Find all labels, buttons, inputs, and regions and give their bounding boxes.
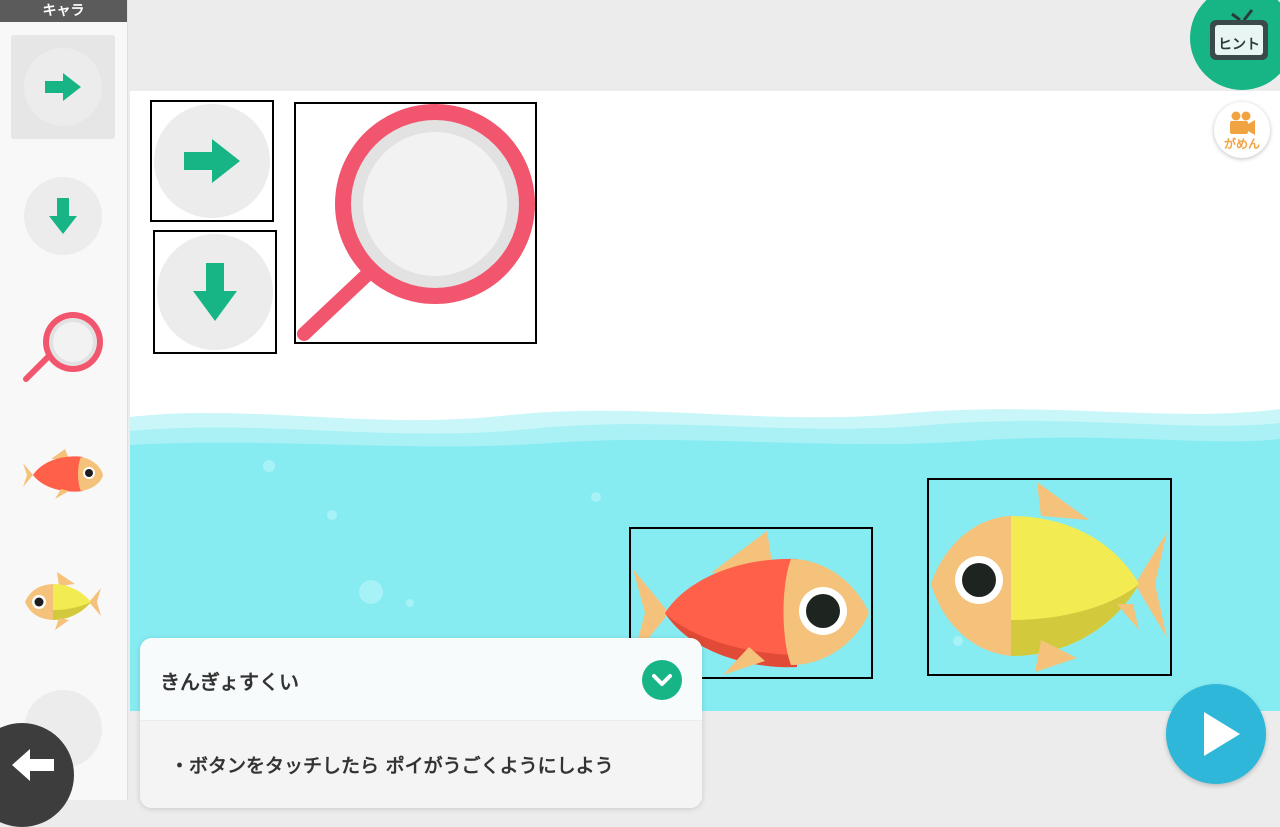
right-arrow-sprite[interactable] (150, 100, 274, 222)
back-button[interactable] (0, 723, 74, 827)
hint-label: ヒント (1218, 37, 1260, 53)
mission-panel: きんぎょすくい ・ボタンをタッチしたら ポイがうごくようにしよう (140, 638, 702, 808)
screen-label: がめん (1223, 137, 1260, 151)
screen-button[interactable]: がめん (1214, 102, 1270, 158)
yellow-fish-icon (931, 482, 1167, 672)
magnifier-net-icon (23, 312, 103, 382)
mission-body: ・ボタンをタッチしたら ポイがうごくようにしよう (140, 721, 702, 808)
sidebar-item-yellow-fish[interactable] (11, 550, 115, 654)
yellow-fish-sprite[interactable] (927, 478, 1172, 676)
mission-title: きんぎょすくい (160, 670, 299, 694)
magnifier-net-icon (297, 104, 535, 341)
mission-header: きんぎょすくい (140, 638, 702, 721)
sidebar-header: キャラ (0, 0, 127, 22)
character-sidebar: キャラ (0, 0, 128, 800)
down-arrow-sprite[interactable] (153, 230, 277, 354)
red-fish-icon (23, 449, 103, 499)
mission-collapse-button[interactable] (642, 660, 682, 700)
scoop-net-sprite[interactable] (294, 102, 537, 344)
hint-button[interactable]: ヒント (1190, 0, 1280, 90)
arrow-left-icon (12, 749, 54, 781)
sidebar-item-red-fish[interactable] (11, 420, 115, 524)
arrow-right-icon (24, 48, 102, 126)
sidebar-item-right-arrow[interactable] (11, 35, 115, 139)
arrow-down-icon (24, 177, 102, 255)
mission-instruction: ・ボタンをタッチしたら ポイがうごくようにしよう (170, 755, 614, 777)
chevron-down-icon (652, 674, 672, 686)
yellow-fish-icon (25, 572, 101, 630)
arrow-down-icon (157, 234, 273, 350)
play-icon (1204, 712, 1240, 756)
sidebar-item-scoop-net[interactable] (11, 290, 115, 394)
stage (130, 91, 1280, 711)
play-button[interactable] (1166, 684, 1266, 784)
sidebar-item-down-arrow[interactable] (11, 164, 115, 268)
arrow-right-icon (154, 104, 270, 218)
